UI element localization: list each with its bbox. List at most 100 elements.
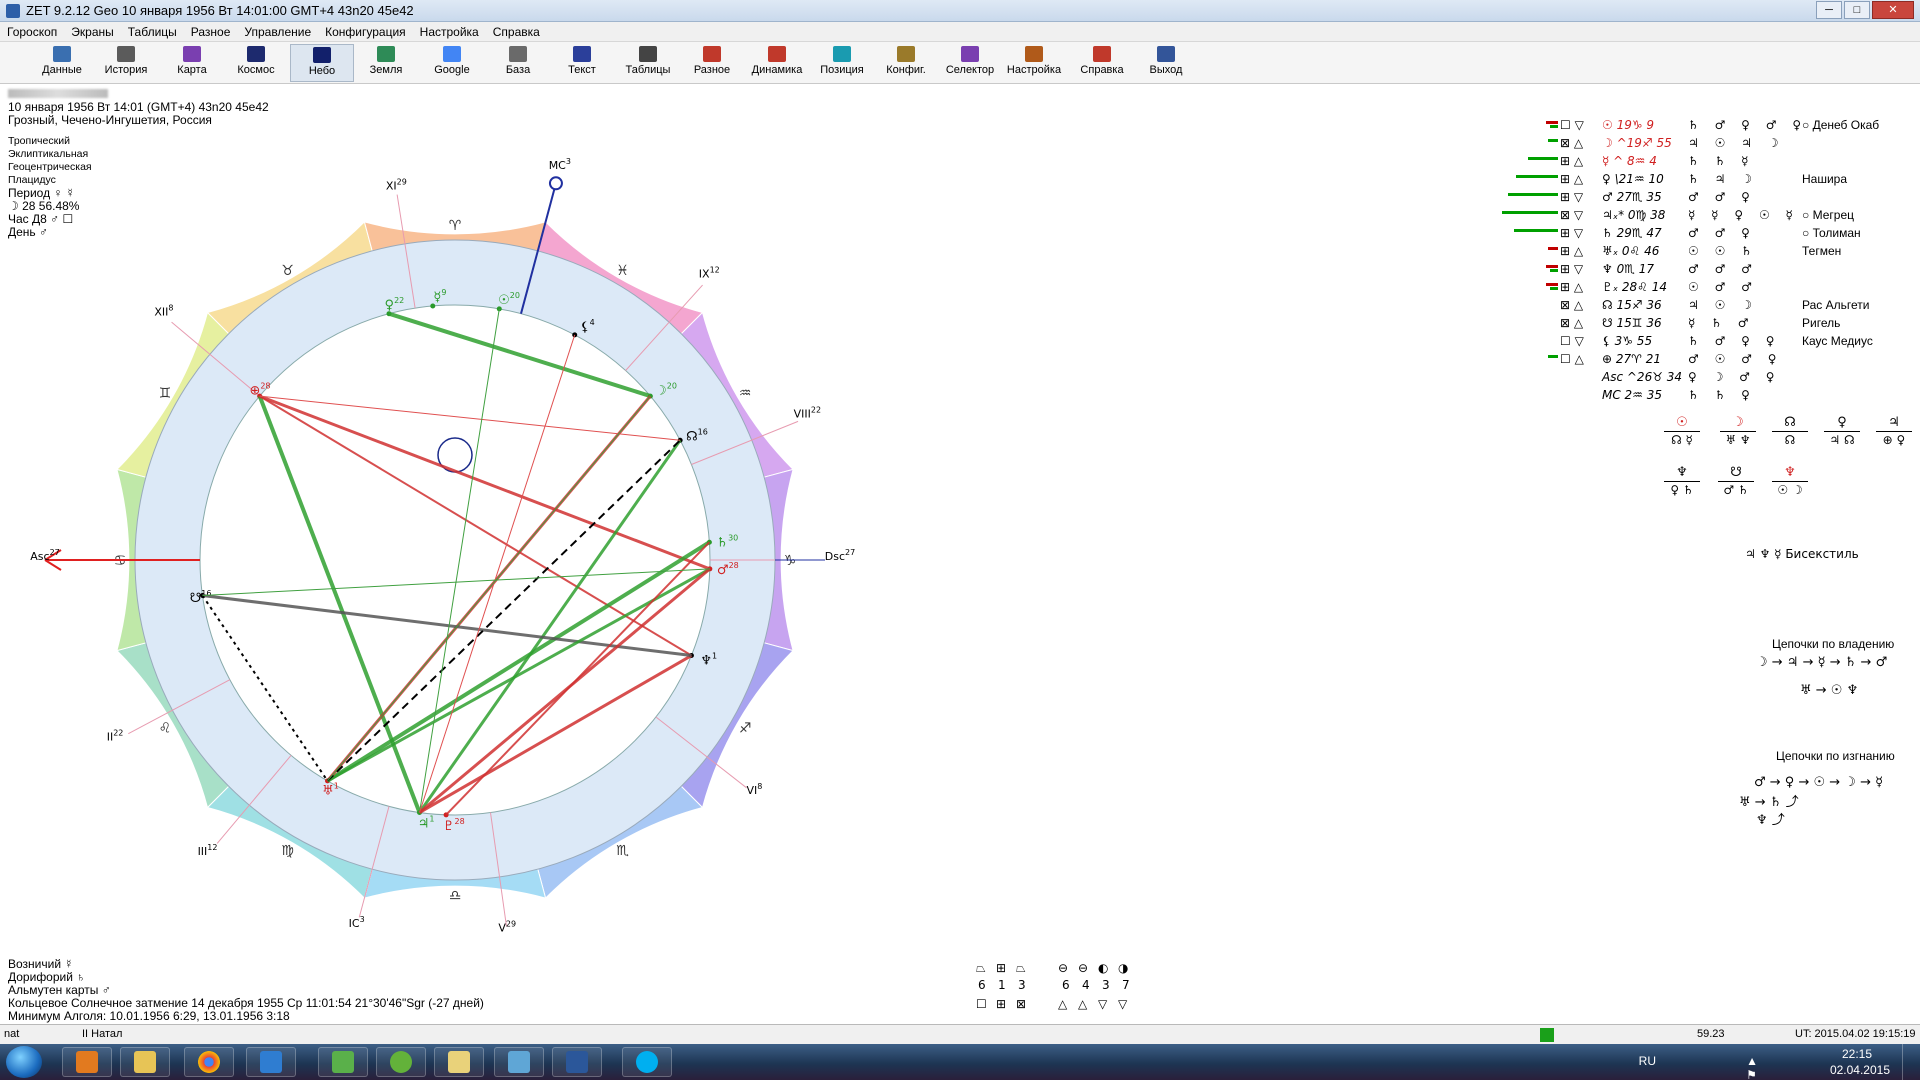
toolbar-button-13[interactable]: Конфиг. [874, 44, 938, 82]
stat-icon: ⊞ [996, 961, 1007, 975]
planet-row[interactable]: ⊠ △ ☽ ^19♐ 55 ♃ ☉ ♃ ☽ [1490, 135, 1820, 153]
aspect-glyphs: ⊞ △ [1560, 172, 1584, 186]
language-indicator[interactable]: RU [1639, 1054, 1656, 1068]
planet-row[interactable]: Asc ^26♉ 34 ♀ ☽ ♂ ♀ [1490, 369, 1820, 387]
planet-row[interactable]: ⊠ △ ☋ 15♊ 36 ☿ ♄ ♂ Ригель [1490, 315, 1840, 333]
toolbar-button-1[interactable]: История [94, 44, 158, 82]
stat-icon: ◐ [1098, 961, 1109, 975]
fixed-star: Рас Альгети [1802, 298, 1870, 312]
menu-tables[interactable]: Таблицы [121, 22, 184, 41]
data-icon [53, 46, 71, 62]
sign-glyph: ♑ [784, 553, 797, 569]
aspect-glyphs: ⊞ ▽ [1560, 190, 1584, 204]
toolbar-button-11[interactable]: Динамика [745, 44, 809, 82]
toolbar-button-10[interactable]: Разное [680, 44, 744, 82]
taskbar-chrome[interactable] [184, 1047, 234, 1077]
planet-row[interactable]: ⊞ ▽ ♄ 29♏ 47 ♂ ♂ ♀ ○ Толиман [1490, 225, 1861, 243]
taskbar-explorer[interactable] [120, 1047, 170, 1077]
taskbar-zet[interactable] [246, 1047, 296, 1077]
menu-configuration[interactable]: Конфигурация [318, 22, 413, 41]
toolbar-button-5[interactable]: Земля [354, 44, 418, 82]
toolbar-label: Текст [568, 64, 596, 76]
minimize-button[interactable]: ─ [1816, 1, 1842, 19]
toolbar-button-2[interactable]: Карта [160, 44, 224, 82]
sign-glyph: ♍ [281, 843, 294, 859]
planet-group: ☊ ☊ [1770, 415, 1810, 447]
strength-bars [1490, 355, 1558, 365]
planet-row[interactable]: ☐ ▽ ⚸ 3♑ 55 ♄ ♂ ♀ ♀ Каус Медиус [1490, 333, 1873, 351]
menu-settings[interactable]: Настройка [413, 22, 486, 41]
planet-rulers: ♂ ♂ ♀ [1688, 190, 1756, 204]
taskbar-utorrent[interactable] [376, 1047, 426, 1077]
planet-row[interactable]: ⊞ △ ☿ ^ 8♒ 4 ♄ ♄ ☿ [1490, 153, 1820, 171]
status-natal: II Натал [82, 1028, 123, 1040]
chains-ownership-line1: ☽ → ♃ → ☿ → ♄ → ♂ [1756, 655, 1888, 670]
clock-time[interactable]: 22:15 [1842, 1047, 1872, 1061]
menu-help[interactable]: Справка [486, 22, 547, 41]
toolbar-label: Google [434, 64, 470, 76]
show-desktop-button[interactable] [1902, 1044, 1914, 1080]
maximize-button[interactable]: □ [1844, 1, 1870, 19]
database-icon [509, 46, 527, 62]
planet-row[interactable]: ⊞ △ ♀ \21♒ 10 ♄ ♃ ☽ Нашира [1490, 171, 1847, 189]
close-button[interactable]: ✕ [1872, 1, 1914, 19]
toolbar-button-0[interactable]: Данные [30, 44, 94, 82]
taskbar-network[interactable] [494, 1047, 544, 1077]
stat-icon: ☐ [976, 997, 987, 1011]
toolbar-button-9[interactable]: Таблицы [616, 44, 680, 82]
toolbar-label: Справка [1080, 64, 1124, 76]
group-members: ♀ ♄ [1670, 483, 1694, 497]
toolbar-button-6[interactable]: Google [420, 44, 484, 82]
planet-position: Asc ^26♉ 34 [1602, 370, 1683, 384]
menu-bar: Гороскоп Экраны Таблицы Разное Управлени… [0, 22, 1920, 42]
aspect-glyphs: ⊞ ▽ [1560, 262, 1584, 276]
toolbar-button-15[interactable]: Настройка [1002, 44, 1066, 82]
toolbar-button-4[interactable]: Небо [290, 44, 354, 82]
planet-row[interactable]: ☐ △ ⊕ 27♈ 21 ♂ ☉ ♂ ♀ [1490, 351, 1820, 369]
planet-row[interactable]: MC 2♒ 35 ♄ ♄ ♀ [1490, 387, 1820, 405]
taskbar-folder[interactable] [434, 1047, 484, 1077]
status-mode: nat [4, 1028, 20, 1040]
fixed-star: ○ Толиман [1802, 226, 1861, 240]
sky-icon [313, 47, 331, 63]
start-button[interactable] [6, 1046, 42, 1078]
toolbar-label: Карта [177, 64, 207, 76]
planet-row[interactable]: ⊞ ▽ ♆ 0♏ 17 ♂ ♂ ♂ [1490, 261, 1820, 279]
toolbar-button-8[interactable]: Текст [550, 44, 614, 82]
strength-bars [1490, 121, 1558, 131]
toolbar-button-7[interactable]: База [486, 44, 550, 82]
planet-row[interactable]: ☐ ▽ ☉ 19♑ 9 ♄ ♂ ♀ ♂ ♀ ○ Денеб Окаб [1490, 117, 1879, 135]
planet-row[interactable]: ⊠ ▽ ♃ₓ* 0♍ 38 ☿ ☿ ♀ ☉ ☿ ○ Мегрец [1490, 207, 1854, 225]
planet-row[interactable]: ⊞ ▽ ♂ 27♏ 35 ♂ ♂ ♀ [1490, 189, 1820, 207]
toolbar-button-14[interactable]: Селектор [938, 44, 1002, 82]
planet-rulers: ♄ ♂ ♀ ♂ ♀ [1688, 118, 1808, 132]
menu-horoscope[interactable]: Гороскоп [0, 22, 64, 41]
toolbar-button-3[interactable]: Космос [224, 44, 288, 82]
planet-row[interactable]: ⊠ △ ☊ 15♐ 36 ♃ ☉ ☽ Рас Альгети [1490, 297, 1869, 315]
planet-row[interactable]: ⊞ △ ♇ₓ 28♌ 14 ☉ ♂ ♂ [1490, 279, 1820, 297]
planet-row[interactable]: ⊞ △ ♅ₓ 0♌ 46 ☉ ☉ ♄ Тегмен [1490, 243, 1841, 261]
tray-icons[interactable]: ▲ ⚑ ♪ ◐ ⚙ [1746, 1054, 1764, 1080]
toolbar-button-12[interactable]: Позиция [810, 44, 874, 82]
menu-control[interactable]: Управление [237, 22, 318, 41]
natal-chart-wheel[interactable]: ♓♒♑♐♏♎♍♌♋♊♉♈XI29MC3IX12VIII22Dsc27VI8V29… [0, 85, 900, 965]
toolbar-button-17[interactable]: Выход [1134, 44, 1198, 82]
menu-screens[interactable]: Экраны [64, 22, 120, 41]
aspect-glyphs: ☐ ▽ [1560, 118, 1584, 132]
toolbar-button-16[interactable]: Справка [1070, 44, 1134, 82]
stat-icon: ⊞ [996, 997, 1007, 1011]
map-icon [183, 46, 201, 62]
clock-date[interactable]: 02.04.2015 [1830, 1063, 1890, 1077]
stat-icon: ⊠ [1016, 997, 1027, 1011]
toolbar-label: База [505, 64, 531, 76]
taskbar-app-green[interactable] [318, 1047, 368, 1077]
sign-glyph: ♏ [616, 843, 629, 859]
taskbar-word[interactable] [552, 1047, 602, 1077]
taskbar-skype[interactable] [622, 1047, 672, 1077]
planet-position: ♃ₓ* 0♍ 38 [1602, 208, 1666, 222]
earth-icon [377, 46, 395, 62]
menu-misc[interactable]: Разное [184, 22, 238, 41]
taskbar-media-player[interactable] [62, 1047, 112, 1077]
group-divider [1824, 431, 1860, 432]
planet-rulers: ☿ ☿ ♀ ☉ ☿ [1688, 208, 1799, 222]
